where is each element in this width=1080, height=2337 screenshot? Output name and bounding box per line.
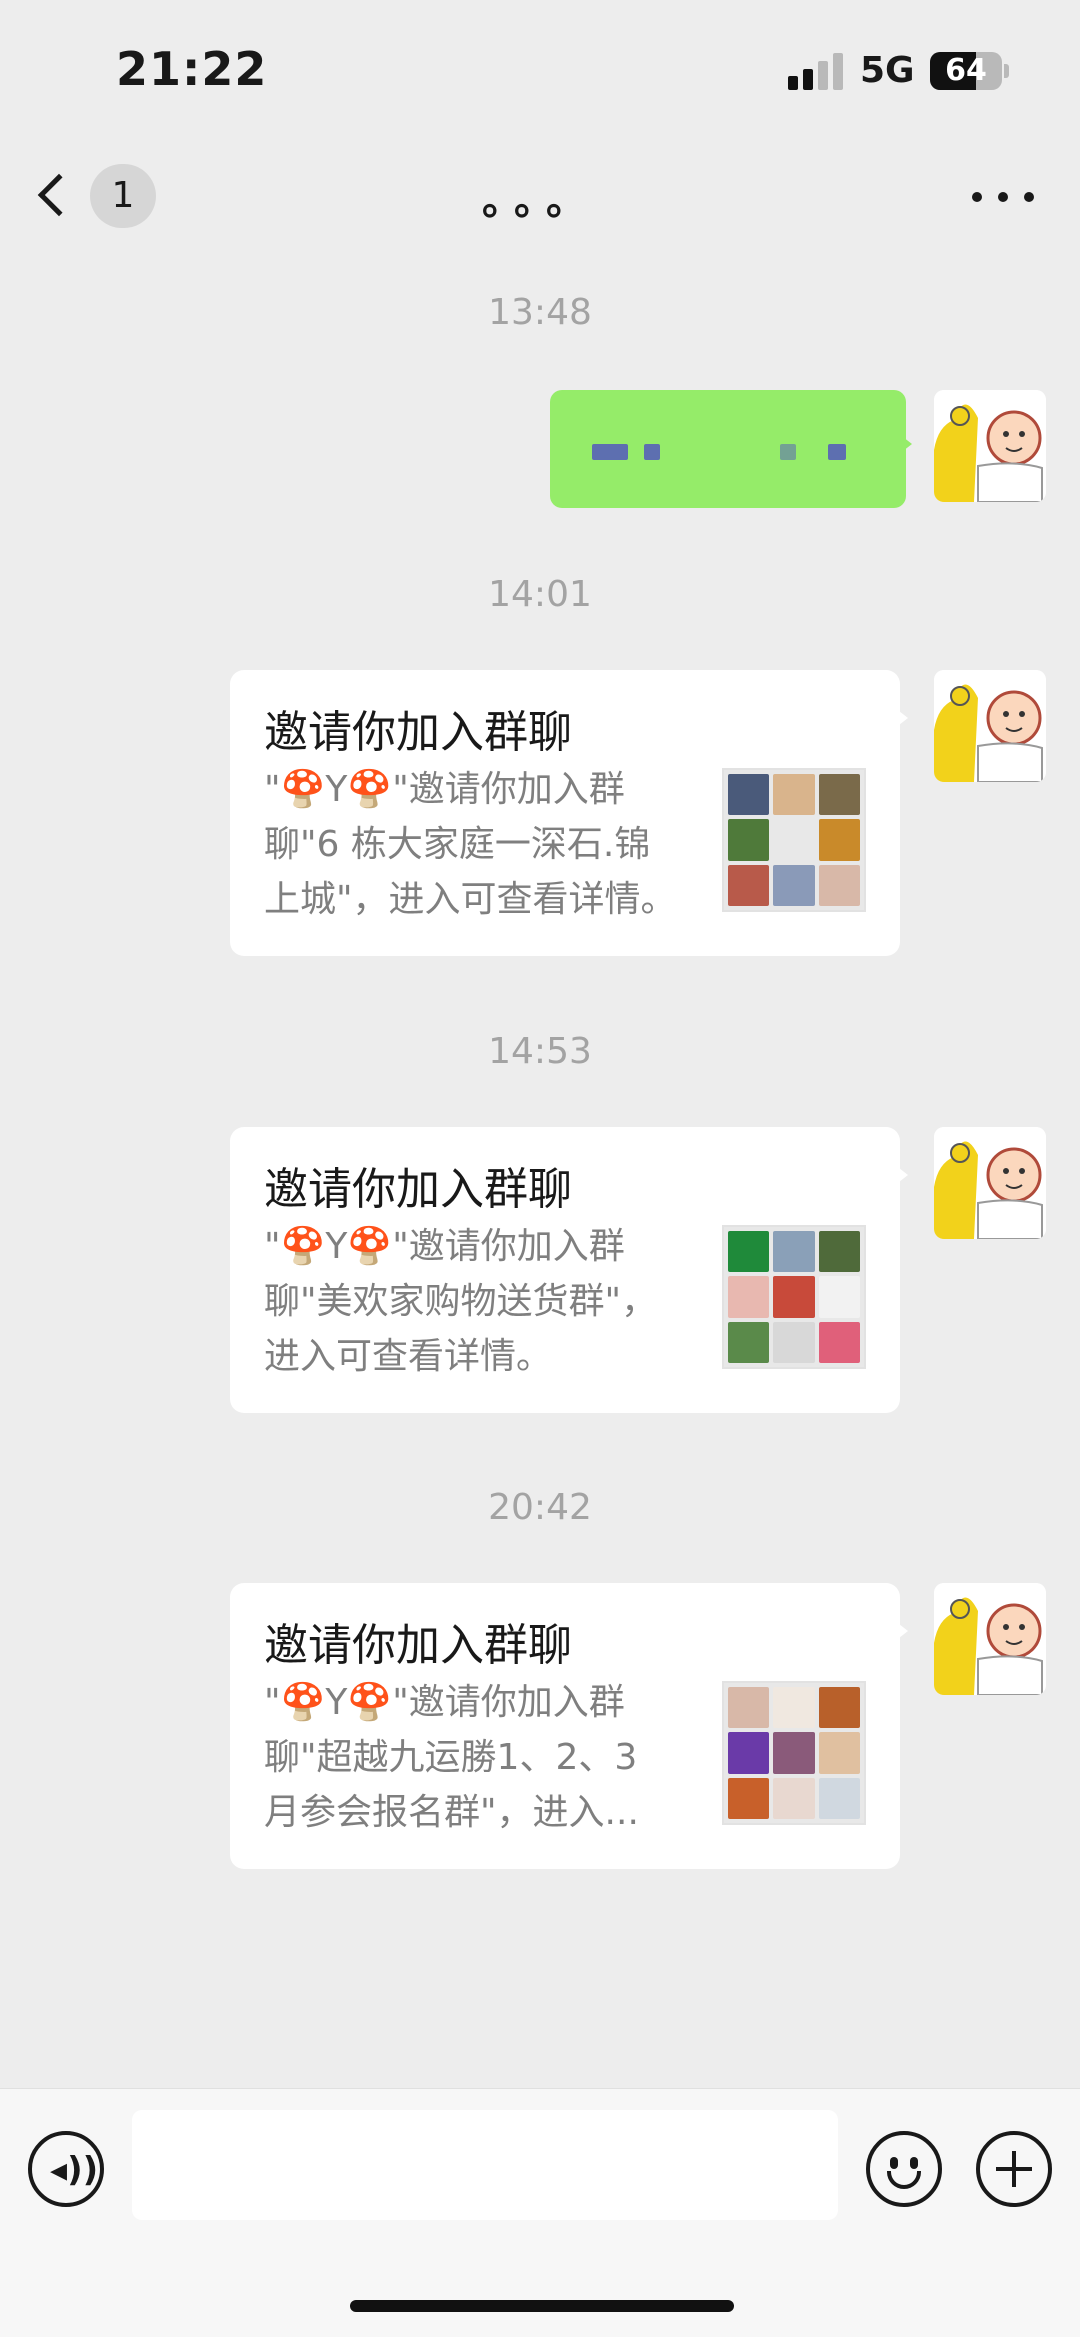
redacted-text: [780, 444, 796, 460]
voice-icon: ◂)): [50, 2150, 99, 2190]
group-avatar-grid: [722, 768, 866, 912]
home-indicator[interactable]: [350, 2300, 734, 2312]
card-title: 邀请你加入群聊: [264, 707, 572, 758]
cartoon-avatar-icon: [934, 1127, 1046, 1239]
card-title: 邀请你加入群聊: [264, 1164, 572, 1215]
battery-cap: [1004, 64, 1009, 78]
redacted-text: [828, 444, 846, 460]
group-invite-card[interactable]: 邀请你加入群聊 "🍄Y🍄"邀请你加入群 聊"6 栋大家庭一深石.锦 上城"，进入…: [230, 670, 908, 956]
message-timestamp: 14:53: [488, 1031, 592, 1072]
cartoon-avatar-icon: [934, 390, 1046, 502]
network-label: 5G: [860, 50, 915, 91]
cartoon-avatar-icon: [934, 1583, 1046, 1695]
add-button[interactable]: [976, 2131, 1052, 2207]
sent-text-bubble[interactable]: [550, 390, 912, 508]
avatar[interactable]: [934, 1127, 1046, 1239]
chevron-left-icon: [37, 173, 81, 217]
avatar[interactable]: [934, 1583, 1046, 1695]
nav-bar: 1 。。。: [0, 140, 1080, 252]
battery-level: 64: [945, 53, 987, 88]
more-button[interactable]: [964, 168, 1044, 224]
card-description: "🍄Y🍄"邀请你加入群 聊"6 栋大家庭一深石.锦 上城"，进入可查看详情。: [264, 769, 677, 920]
status-bar: 21:22 5G 64: [0, 0, 1080, 140]
message-input[interactable]: [132, 2110, 838, 2220]
group-avatar-grid: [722, 1225, 866, 1369]
group-invite-card[interactable]: 邀请你加入群聊 "🍄Y🍄"邀请你加入群 聊"美欢家购物送货群"， 进入可查看详情…: [230, 1127, 908, 1413]
avatar[interactable]: [934, 670, 1046, 782]
back-button[interactable]: 1: [30, 160, 160, 232]
group-avatar-grid: [722, 1681, 866, 1825]
emoji-button[interactable]: [866, 2131, 942, 2207]
message-timestamp: 20:42: [488, 1487, 592, 1528]
unread-badge: 1: [90, 164, 156, 228]
chat-title: 。。。: [482, 178, 598, 224]
group-invite-card[interactable]: 邀请你加入群聊 "🍄Y🍄"邀请你加入群 聊"超越九运勝1、2、3 月参会报名群"…: [230, 1583, 908, 1869]
cartoon-avatar-icon: [934, 670, 1046, 782]
message-timestamp: 14:01: [488, 574, 592, 615]
voice-button[interactable]: ◂)): [28, 2131, 104, 2207]
card-title: 邀请你加入群聊: [264, 1620, 572, 1671]
card-description: "🍄Y🍄"邀请你加入群 聊"美欢家购物送货群"， 进入可查看详情。: [264, 1226, 658, 1377]
message-timestamp: 13:48: [488, 292, 592, 333]
battery-icon: 64: [930, 52, 1002, 90]
status-time: 21:22: [116, 42, 268, 96]
avatar[interactable]: [934, 390, 1046, 502]
redacted-text: [592, 444, 628, 460]
more-dots-icon: [972, 192, 982, 202]
card-description: "🍄Y🍄"邀请你加入群 聊"超越九运勝1、2、3 月参会报名群"，进入...: [264, 1682, 639, 1833]
signal-icon: [788, 52, 844, 90]
redacted-text: [644, 444, 660, 460]
chat-screen: 21:22 5G 64 1 。。。 13:48 14:01 邀请你加入群聊 "🍄…: [0, 0, 1080, 2337]
